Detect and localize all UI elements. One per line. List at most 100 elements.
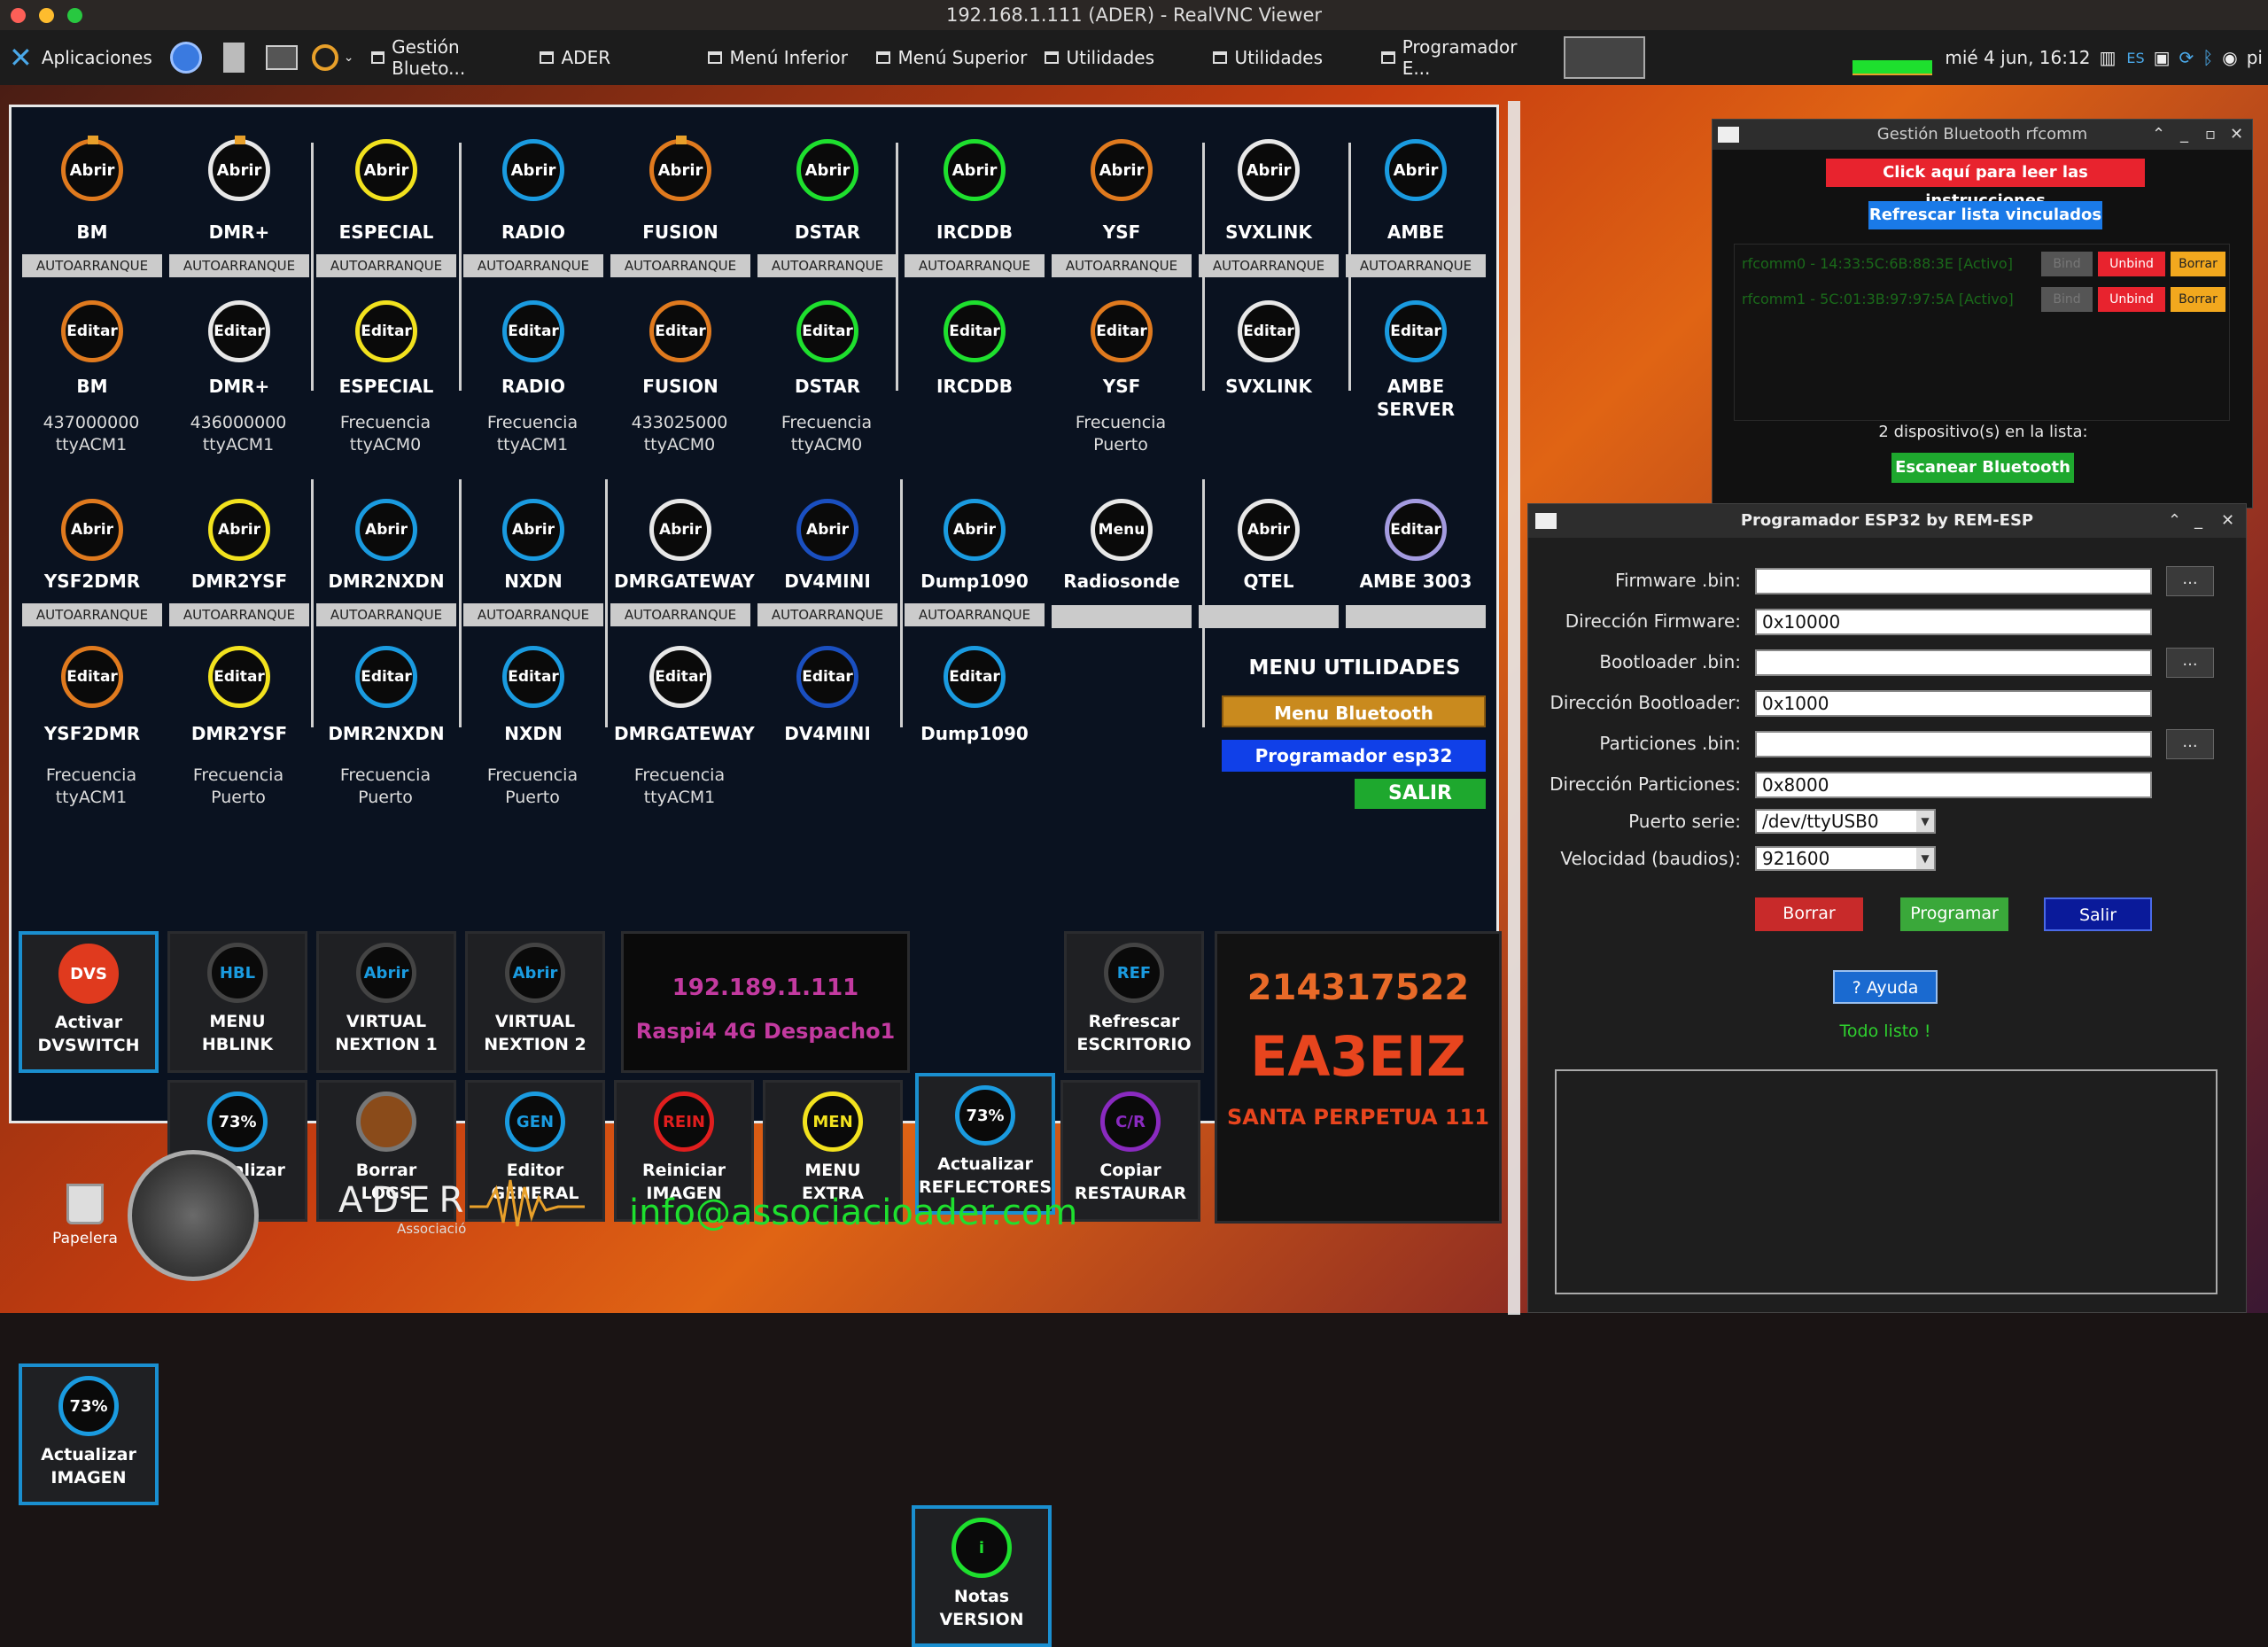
vnc-icon[interactable]: ▣ [2154, 47, 2171, 68]
edit-dmrgateway-button[interactable]: Editar [649, 646, 711, 708]
open-dv4mini-button[interactable]: Abrir [796, 499, 858, 561]
bind-button[interactable]: Bind [2041, 252, 2093, 276]
open-radio-button[interactable]: Abrir [502, 139, 564, 201]
tile-menu-hblink[interactable]: HBL MENU HBLINK [167, 931, 307, 1073]
tile-refrescar-escritorio[interactable]: REF Refrescar ESCRITORIO [1064, 931, 1204, 1073]
delete-device-button[interactable]: Borrar [2171, 252, 2225, 276]
network-icon[interactable]: ▥ [2099, 47, 2116, 68]
contact-email[interactable]: info@associacioader.com [629, 1193, 1077, 1233]
chevron-down-icon[interactable]: ▼ [1916, 811, 1934, 832]
open-nxdn-button[interactable]: Abrir [502, 499, 564, 561]
task-programador[interactable]: Programador E... [1372, 30, 1550, 85]
unbind-button[interactable]: Unbind [2098, 252, 2165, 276]
tile-activar-dvswitch[interactable]: DVS Activar DVSWITCH [19, 931, 159, 1073]
edit-dump1090-button[interactable]: Editar [944, 646, 1006, 708]
bluetooth-menu-button[interactable]: Menu Bluetooth [1222, 695, 1486, 727]
task-utilidades-1[interactable]: Utilidades [1036, 30, 1204, 85]
chevron-down-icon[interactable]: ⌄ [344, 50, 354, 65]
device-row[interactable]: rfcomm1 - 5C:01:3B:97:97:5A [Activo] Bind… [1736, 285, 2227, 314]
autostart-button[interactable]: AUTOARRANQUE [316, 254, 456, 277]
open-fusion-button[interactable]: Abrir [649, 139, 711, 201]
task-ader[interactable]: ADER [531, 30, 699, 85]
tile-virtual-nextion-1[interactable]: Abrir VIRTUAL NEXTION 1 [316, 931, 456, 1073]
erase-button[interactable]: Borrar [1755, 897, 1863, 931]
open-dump1090-button[interactable]: Abrir [944, 499, 1006, 561]
tile-copiar-restaurar[interactable]: C/R Copiar RESTAURAR [1060, 1080, 1200, 1222]
serial-port-select[interactable]: /dev/ttyUSB0 ▼ [1755, 809, 1936, 834]
minimize-window-button[interactable] [39, 8, 54, 23]
autostart-button[interactable]: AUTOARRANQUE [169, 254, 309, 277]
file-manager-icon[interactable] [222, 43, 245, 73]
bootloader-browse-button[interactable]: ... [2166, 648, 2214, 678]
open-ysf2dmr-button[interactable]: Abrir [61, 499, 123, 561]
scan-bluetooth-button[interactable]: Escanear Bluetooth [1891, 453, 2074, 483]
open-radiosonde-button[interactable]: Menu [1091, 499, 1153, 561]
partitions-browse-button[interactable]: ... [2166, 729, 2214, 759]
updater-icon[interactable] [311, 44, 338, 71]
edit-ysf2dmr-button[interactable]: Editar [61, 646, 123, 708]
task-utilidades-2[interactable]: Utilidades [1204, 30, 1372, 85]
close-icon[interactable]: ✕ [2230, 120, 2243, 150]
refresh-linked-button[interactable]: Refrescar lista vinculados [1868, 201, 2102, 229]
edit-dmr2nxdn-button[interactable]: Editar [355, 646, 417, 708]
task-menu-inferior[interactable]: Menú Inferior [699, 30, 867, 85]
autostart-button[interactable]: AUTOARRANQUE [22, 603, 162, 626]
open-ircddb-button[interactable]: Abrir [944, 139, 1006, 201]
open-qtel-button[interactable]: Abrir [1238, 499, 1300, 561]
minimize-icon[interactable]: _ [2194, 504, 2202, 538]
edit-dv4mini-button[interactable]: Editar [796, 646, 858, 708]
autostart-button[interactable]: AUTOARRANQUE [1199, 254, 1339, 277]
open-dmrgateway-button[interactable]: Abrir [649, 499, 711, 561]
minimize-icon[interactable]: _ [2180, 120, 2188, 150]
bluetooth-icon[interactable]: ᛒ [2202, 47, 2213, 68]
close-window-button[interactable] [11, 8, 26, 23]
chevron-up-icon[interactable]: ⌃ [2168, 504, 2181, 538]
esp32-window-titlebar[interactable]: Programador ESP32 by REM-ESP ⌃ _ ✕ [1528, 504, 2246, 538]
edit-dmr2ysf-button[interactable]: Editar [208, 646, 270, 708]
open-ambe3003-button[interactable]: Editar [1385, 499, 1447, 561]
autostart-button[interactable]: AUTOARRANQUE [905, 603, 1045, 626]
edit-nxdn-button[interactable]: Editar [502, 646, 564, 708]
autostart-button[interactable]: AUTOARRANQUE [610, 603, 750, 626]
open-dmr2nxdn-button[interactable]: Abrir [355, 499, 417, 561]
autostart-button[interactable]: AUTOARRANQUE [169, 603, 309, 626]
edit-radio-button[interactable]: Editar [502, 300, 564, 362]
maximize-icon[interactable]: ▫ [2205, 120, 2216, 150]
program-button[interactable]: Programar [1900, 897, 2008, 931]
tile-virtual-nextion-2[interactable]: Abrir VIRTUAL NEXTION 2 [465, 931, 605, 1073]
edit-dstar-button[interactable]: Editar [796, 300, 858, 362]
workspace-switcher[interactable] [1564, 36, 1646, 79]
bluetooth-window-titlebar[interactable]: Gestión Bluetooth rfcomm ⌃ _ ▫ ✕ [1713, 120, 2252, 150]
exit-esp-button[interactable]: Salir [2044, 897, 2152, 931]
edit-ircddb-button[interactable]: Editar [944, 300, 1006, 362]
chevron-up-icon[interactable]: ⌃ [2152, 120, 2165, 150]
open-svxlink-button[interactable]: Abrir [1238, 139, 1300, 201]
autostart-button[interactable]: AUTOARRANQUE [463, 254, 603, 277]
task-menu-superior[interactable]: Menú Superior [867, 30, 1036, 85]
open-dstar-button[interactable]: Abrir [796, 139, 858, 201]
log-output[interactable] [1555, 1069, 2218, 1294]
user-name[interactable]: pi [2247, 47, 2263, 68]
close-icon[interactable]: ✕ [2221, 504, 2234, 538]
open-bm-button[interactable]: Abrir [61, 139, 123, 201]
edit-ambe-button[interactable]: Editar [1385, 300, 1447, 362]
open-dmr-button[interactable]: Abrir [208, 139, 270, 201]
esp32-programmer-button[interactable]: Programador esp32 [1222, 740, 1486, 772]
partitions-address-field[interactable]: 0x8000 [1755, 772, 2152, 798]
tile-actualizar-imagen[interactable]: 73% Actualizar IMAGEN [19, 1363, 159, 1505]
keyboard-layout[interactable]: ES [2126, 50, 2144, 66]
delete-device-button[interactable]: Borrar [2171, 287, 2225, 312]
instructions-button[interactable]: Click aquí para leer las instrucciones [1826, 159, 2145, 210]
firmware-address-field[interactable]: 0x10000 [1755, 609, 2152, 635]
autostart-button[interactable]: AUTOARRANQUE [1052, 254, 1192, 277]
edit-fusion-button[interactable]: Editar [649, 300, 711, 362]
clock[interactable]: mié 4 jun, 16:12 [1945, 47, 2090, 68]
trash-desktop-icon[interactable]: Papelera [48, 1184, 122, 1247]
autostart-button[interactable]: AUTOARRANQUE [905, 254, 1045, 277]
chevron-down-icon[interactable]: ▼ [1916, 848, 1934, 869]
device-row[interactable]: rfcomm0 - 14:33:5C:6B:88:3E [Activo] Bind… [1736, 250, 2227, 278]
autostart-button[interactable]: AUTOARRANQUE [610, 254, 750, 277]
edit-ysf-button[interactable]: Editar [1091, 300, 1153, 362]
exit-button[interactable]: SALIR [1355, 779, 1486, 809]
bootloader-field[interactable] [1755, 649, 2152, 676]
